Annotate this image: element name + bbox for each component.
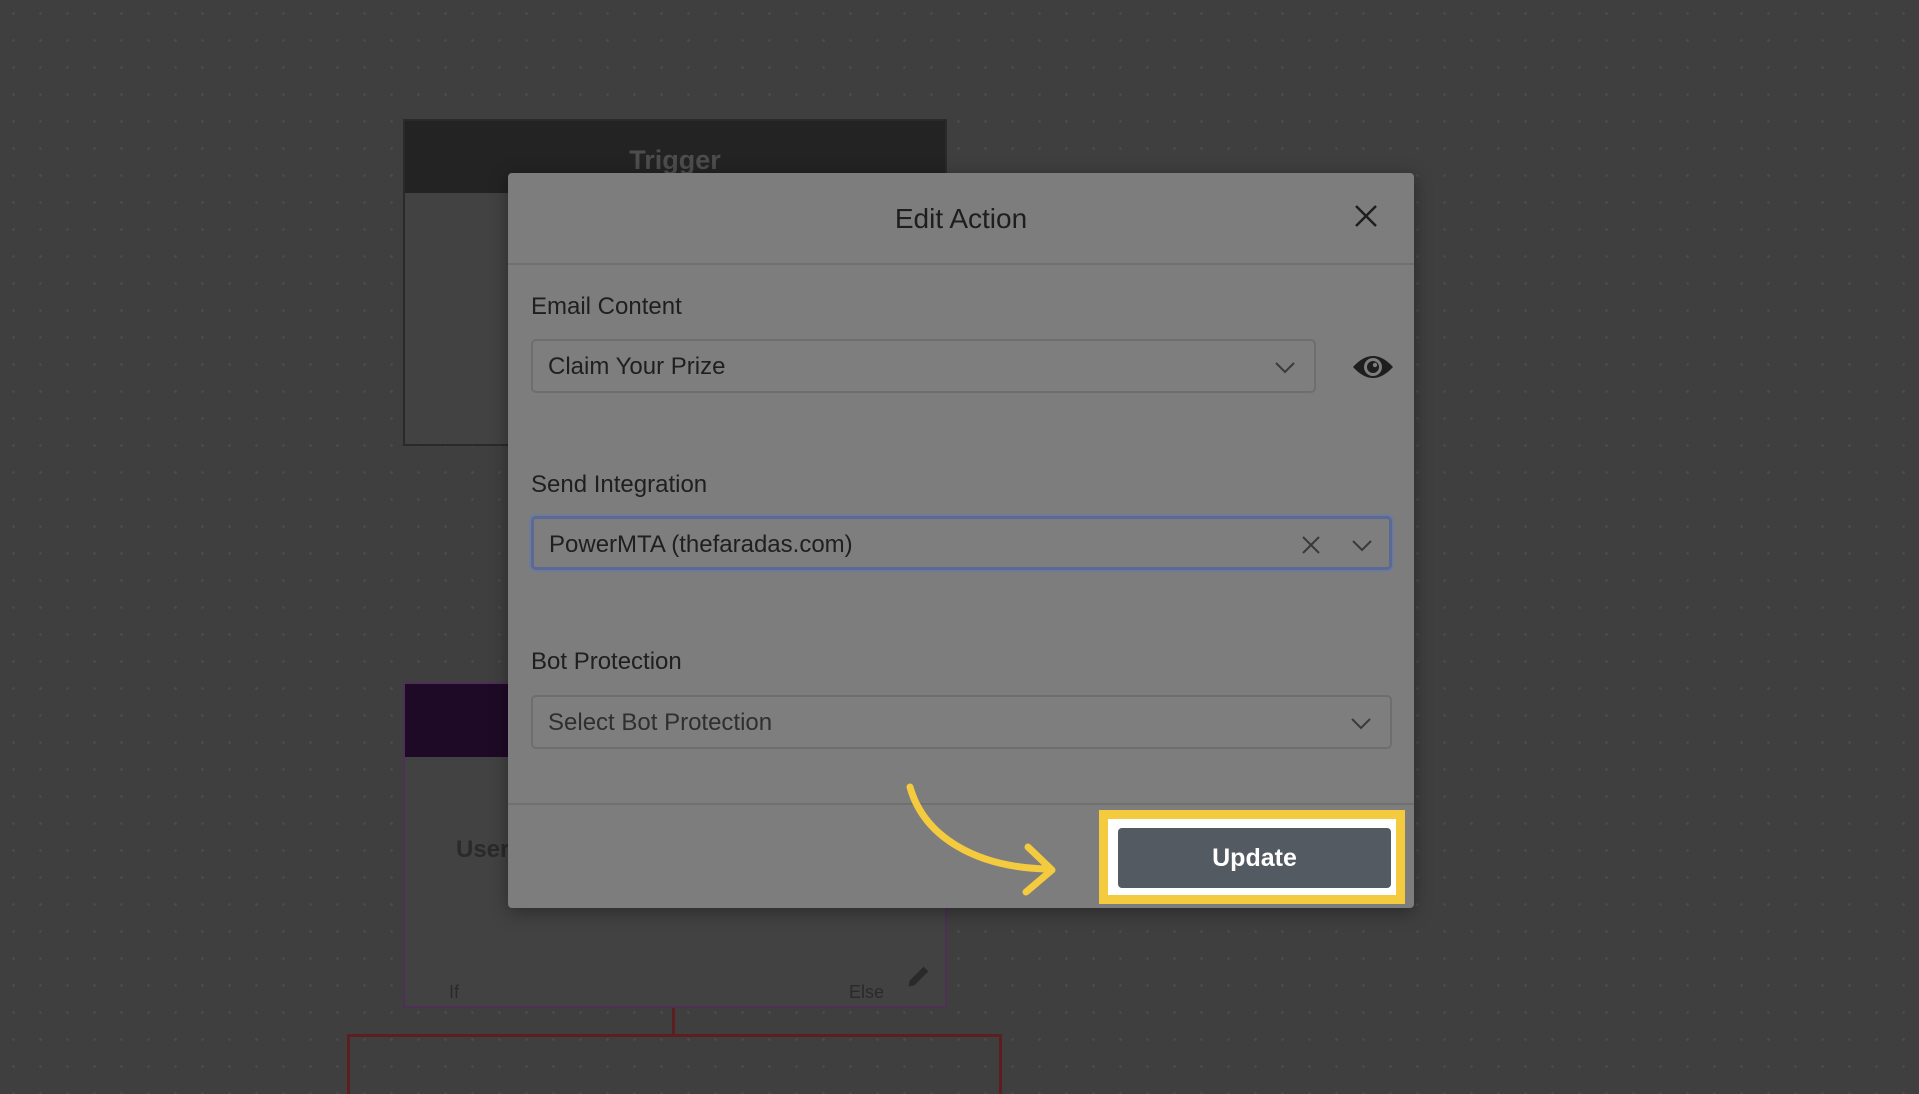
bot-protection-label: Bot Protection <box>531 648 682 675</box>
email-content-select[interactable]: Claim Your Prize <box>531 339 1316 393</box>
if-branch-label: If <box>449 982 460 1002</box>
modal-title: Edit Action <box>894 203 1028 234</box>
bot-protection-select[interactable]: Select Bot Protection <box>531 695 1392 749</box>
email-content-value: Claim Your Prize <box>548 353 726 380</box>
chevron-down-icon[interactable] <box>1348 710 1374 736</box>
chevron-down-icon[interactable] <box>1272 354 1298 380</box>
send-integration-select[interactable]: PowerMTA (thefaradas.com) <box>531 516 1392 570</box>
connector-line <box>672 1008 675 1035</box>
send-integration-label: Send Integration <box>531 471 708 498</box>
update-button[interactable]: Update <box>1118 828 1391 888</box>
clear-icon[interactable] <box>1299 533 1323 557</box>
send-integration-value: PowerMTA (thefaradas.com) <box>549 531 853 558</box>
pencil-icon[interactable] <box>905 962 933 990</box>
bot-protection-placeholder: Select Bot Protection <box>548 709 773 736</box>
close-icon[interactable] <box>1348 198 1384 234</box>
email-content-label: Email Content <box>531 293 682 320</box>
modal-header: Edit Action <box>508 173 1414 265</box>
arrow-annotation <box>906 783 1056 896</box>
eye-icon[interactable] <box>1350 347 1396 387</box>
branch-connector <box>347 1034 1002 1094</box>
chevron-down-icon[interactable] <box>1349 532 1375 558</box>
condition-node-text: User <box>456 836 510 863</box>
edit-action-modal: Edit Action Email Content Claim Your Pri… <box>508 173 1414 908</box>
else-branch-label: Else <box>849 982 885 1002</box>
